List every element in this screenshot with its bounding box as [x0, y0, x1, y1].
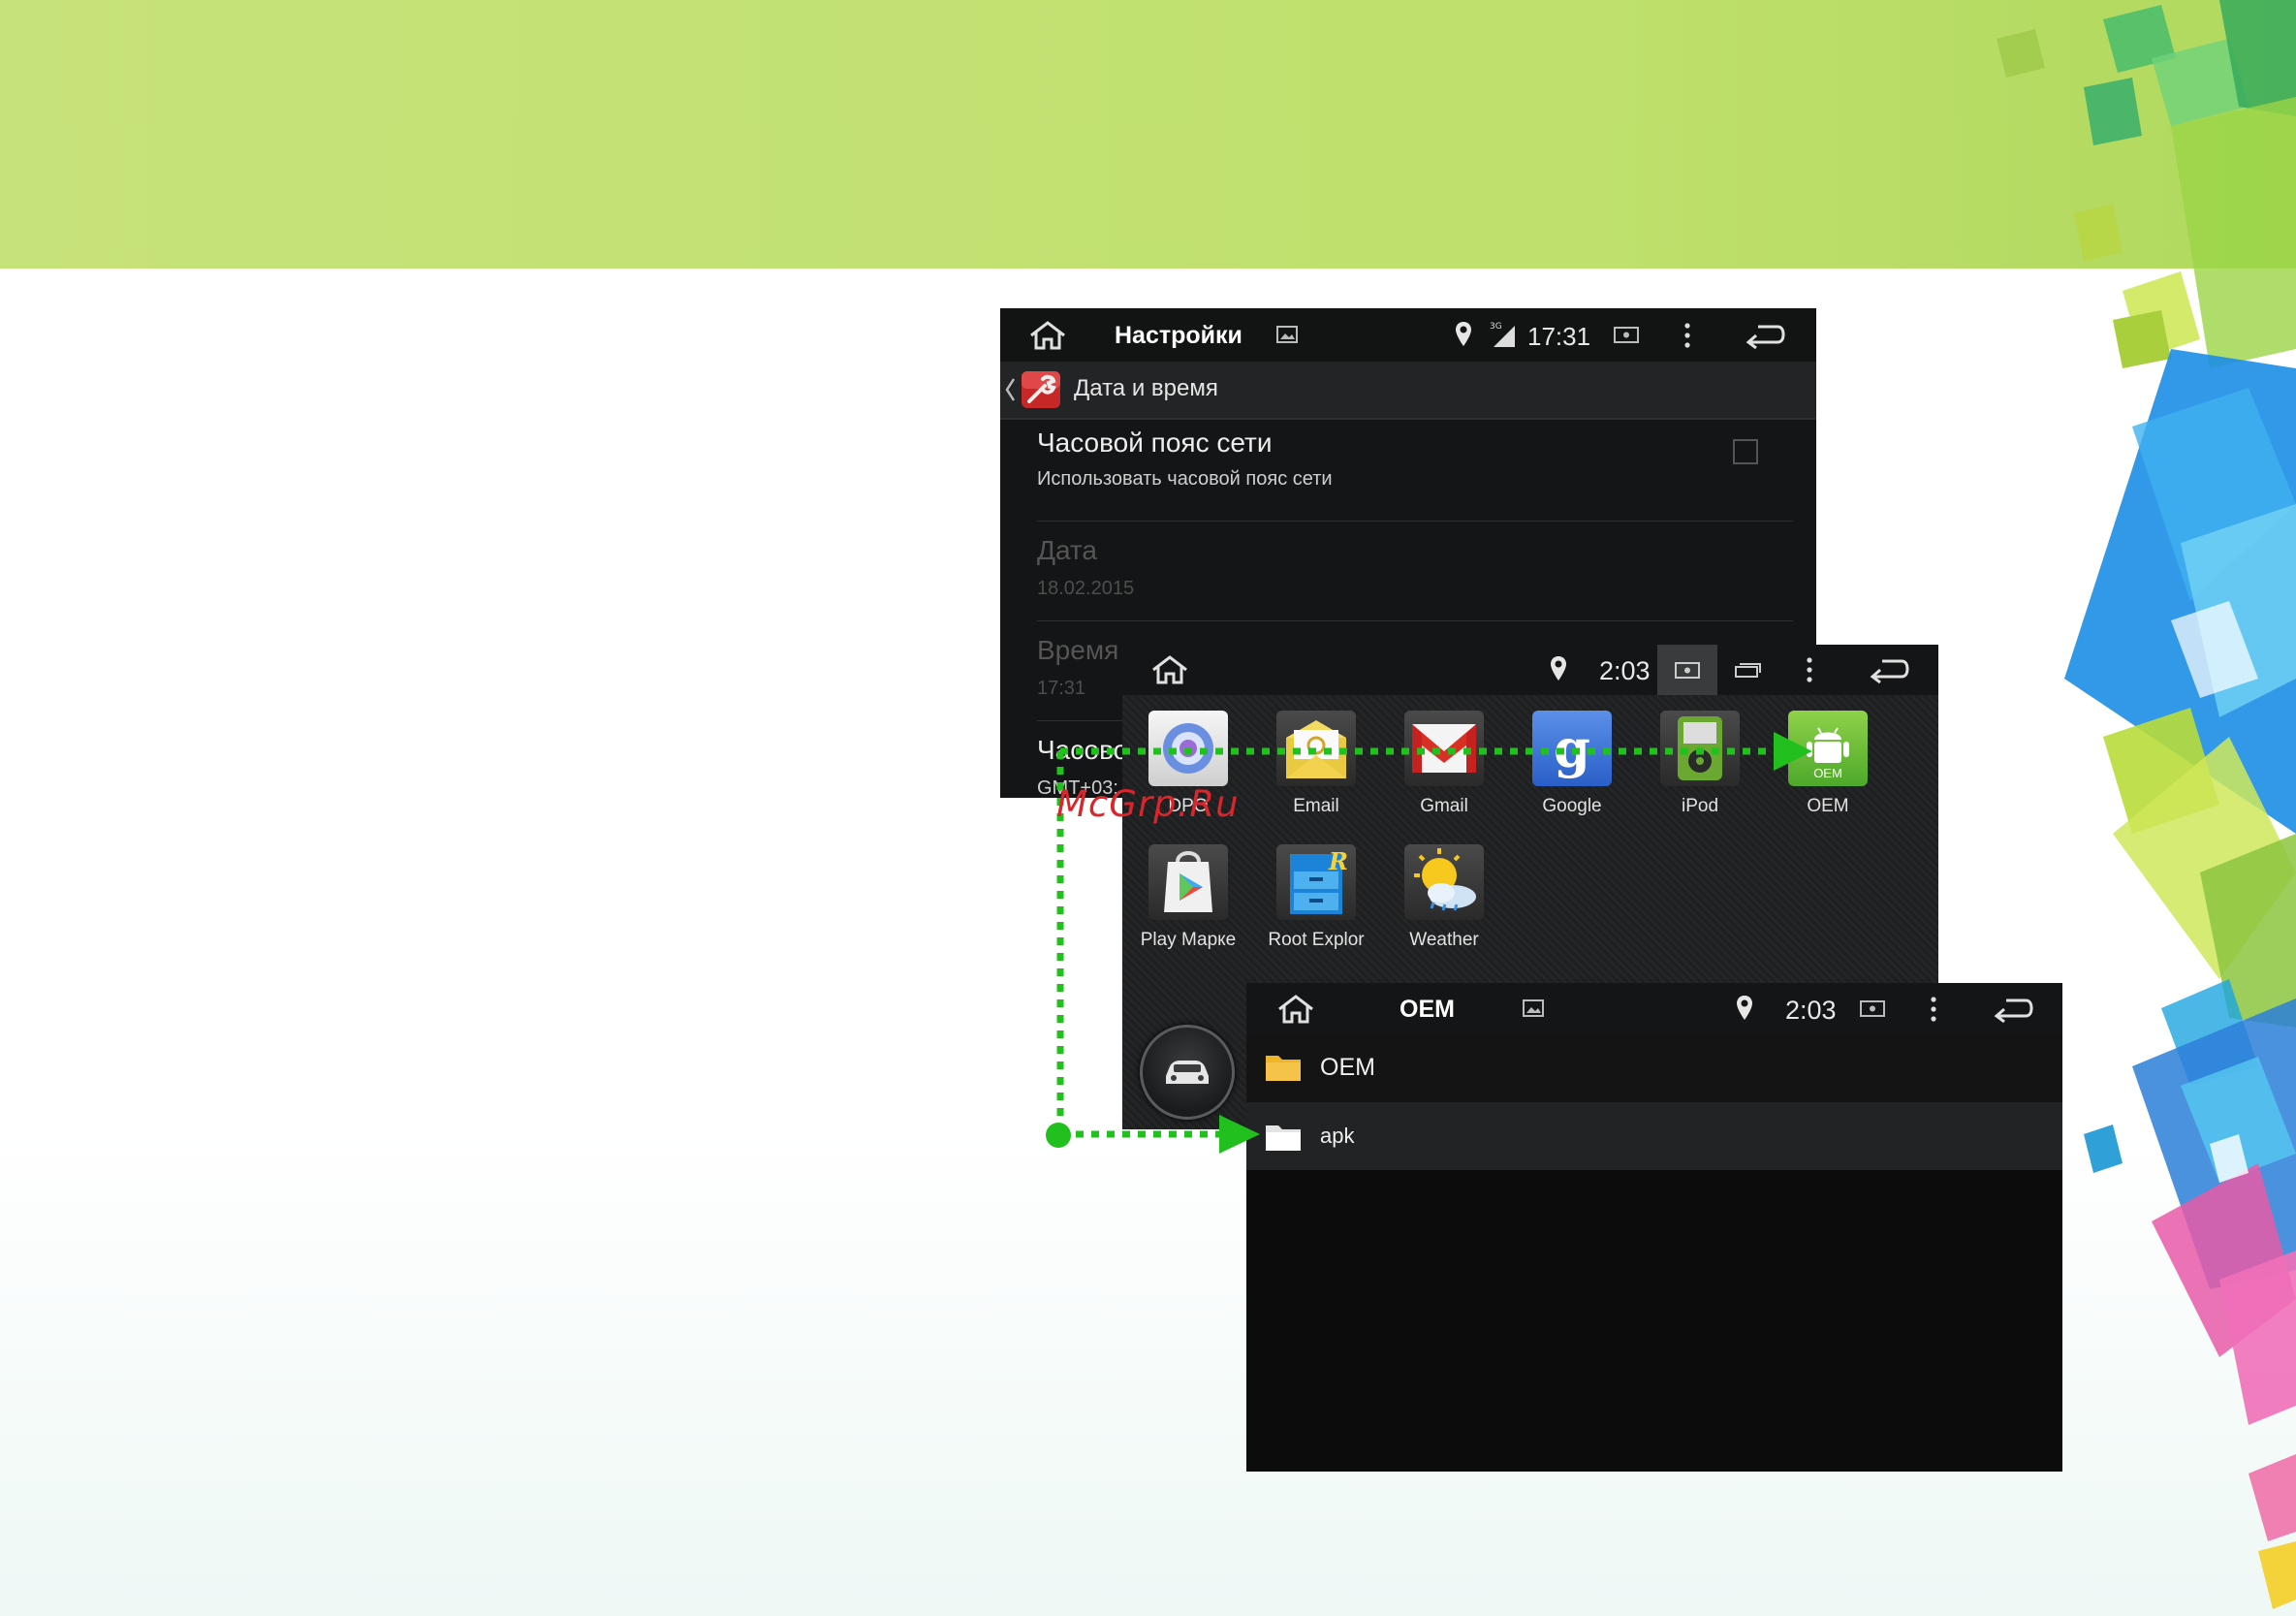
app-weather[interactable]: Weather [1386, 844, 1502, 951]
app-label: OEM [1807, 796, 1849, 816]
folder-icon [1264, 1050, 1303, 1083]
root-explorer-icon: R [1276, 844, 1356, 920]
app-google[interactable]: g Google [1514, 711, 1630, 817]
file-manager-screen: OEM 2:03 OEM apk [1246, 983, 2062, 1472]
svg-text:3G: 3G [1490, 322, 1502, 332]
play-market-icon [1148, 844, 1228, 920]
screenshot-icon[interactable] [1859, 998, 1886, 1019]
status-clock: 2:03 [1599, 656, 1651, 685]
dpo-icon [1148, 711, 1228, 786]
status-bar: Настройки 3G 17:31 [1000, 308, 1816, 362]
folder-label: OEM [1320, 1054, 1375, 1081]
overflow-menu-icon[interactable] [1683, 322, 1692, 349]
row-title: Часово [1037, 735, 1129, 765]
settings-wrench-icon [1020, 369, 1062, 410]
image-icon [1275, 325, 1299, 344]
app-label: Google [1542, 796, 1602, 816]
car-icon [1162, 1055, 1212, 1088]
header-band [0, 0, 2296, 269]
app-title: Настройки [1115, 322, 1242, 349]
svg-text:R: R [1328, 847, 1348, 875]
folder-label: apk [1320, 1124, 1355, 1148]
app-label: iPod [1681, 796, 1719, 816]
email-icon [1276, 711, 1356, 786]
status-clock: 17:31 [1527, 322, 1591, 351]
home-icon[interactable] [1149, 654, 1190, 685]
location-icon [1454, 320, 1473, 349]
network-timezone-row[interactable]: Часовой пояс сети Использовать часовой п… [1037, 420, 1793, 522]
screenshot-icon[interactable] [1674, 659, 1701, 681]
app-label: Email [1293, 796, 1339, 816]
folder-row-oem[interactable]: OEM [1246, 1034, 2062, 1102]
date-row[interactable]: Дата 18.02.2015 [1037, 522, 1793, 621]
app-label: Gmail [1420, 796, 1468, 816]
overflow-menu-icon[interactable] [1805, 656, 1814, 683]
app-label: Weather [1409, 930, 1479, 950]
overflow-menu-icon[interactable] [1929, 996, 1938, 1023]
status-clock: 2:03 [1785, 996, 1837, 1025]
folder-row-apk[interactable]: apk [1246, 1102, 2062, 1170]
row-title: Часовой пояс сети [1037, 428, 1273, 458]
app-label: Root Explor [1268, 930, 1365, 950]
row-subtitle: 18.02.2015 [1037, 578, 1135, 599]
back-icon[interactable] [1745, 322, 1787, 349]
folder-icon [1264, 1120, 1303, 1153]
oem-android-icon: OEM [1788, 711, 1868, 786]
location-icon [1549, 654, 1568, 683]
location-icon [1735, 994, 1754, 1023]
weather-icon [1404, 844, 1484, 920]
home-icon[interactable] [1275, 994, 1316, 1025]
watermark: McGrp.Ru [1056, 783, 1240, 825]
row-title: Время [1037, 635, 1119, 665]
status-bar: OEM 2:03 [1246, 983, 2062, 1034]
app-ipod[interactable]: iPod [1642, 711, 1758, 817]
google-icon: g [1532, 711, 1612, 786]
chevron-left-icon[interactable] [1004, 377, 1016, 402]
svg-text:g: g [1554, 717, 1590, 779]
app-email[interactable]: Email [1258, 711, 1374, 817]
app-label: Play Марке [1140, 930, 1237, 950]
ipod-icon [1660, 711, 1740, 786]
gmail-icon [1404, 711, 1484, 786]
row-subtitle: 17:31 [1037, 678, 1086, 699]
app-gmail[interactable]: Gmail [1386, 711, 1502, 817]
row-title: Дата [1037, 535, 1098, 565]
section-header: Дата и время [1000, 362, 1816, 420]
timezone-checkbox[interactable] [1733, 439, 1758, 464]
status-bar: 2:03 [1122, 645, 1938, 695]
back-icon[interactable] [1869, 656, 1911, 683]
back-icon[interactable] [1993, 996, 2035, 1023]
home-icon[interactable] [1027, 320, 1068, 351]
oem-badge: OEM [1813, 766, 1842, 780]
row-subtitle: Использовать часовой пояс сети [1037, 468, 1333, 490]
section-title: Дата и время [1074, 375, 1218, 401]
image-icon [1522, 998, 1545, 1018]
app-oem[interactable]: OEM OEM [1770, 711, 1886, 817]
app-root-explorer[interactable]: R Root Explor [1258, 844, 1374, 951]
app-title: OEM [1400, 996, 1455, 1023]
recent-apps-icon[interactable] [1733, 660, 1762, 680]
car-home-button[interactable] [1140, 1025, 1235, 1120]
signal-3g-icon: 3G [1490, 320, 1519, 349]
screenshot-icon[interactable] [1613, 324, 1640, 345]
app-play-market[interactable]: Play Марке [1130, 844, 1246, 951]
